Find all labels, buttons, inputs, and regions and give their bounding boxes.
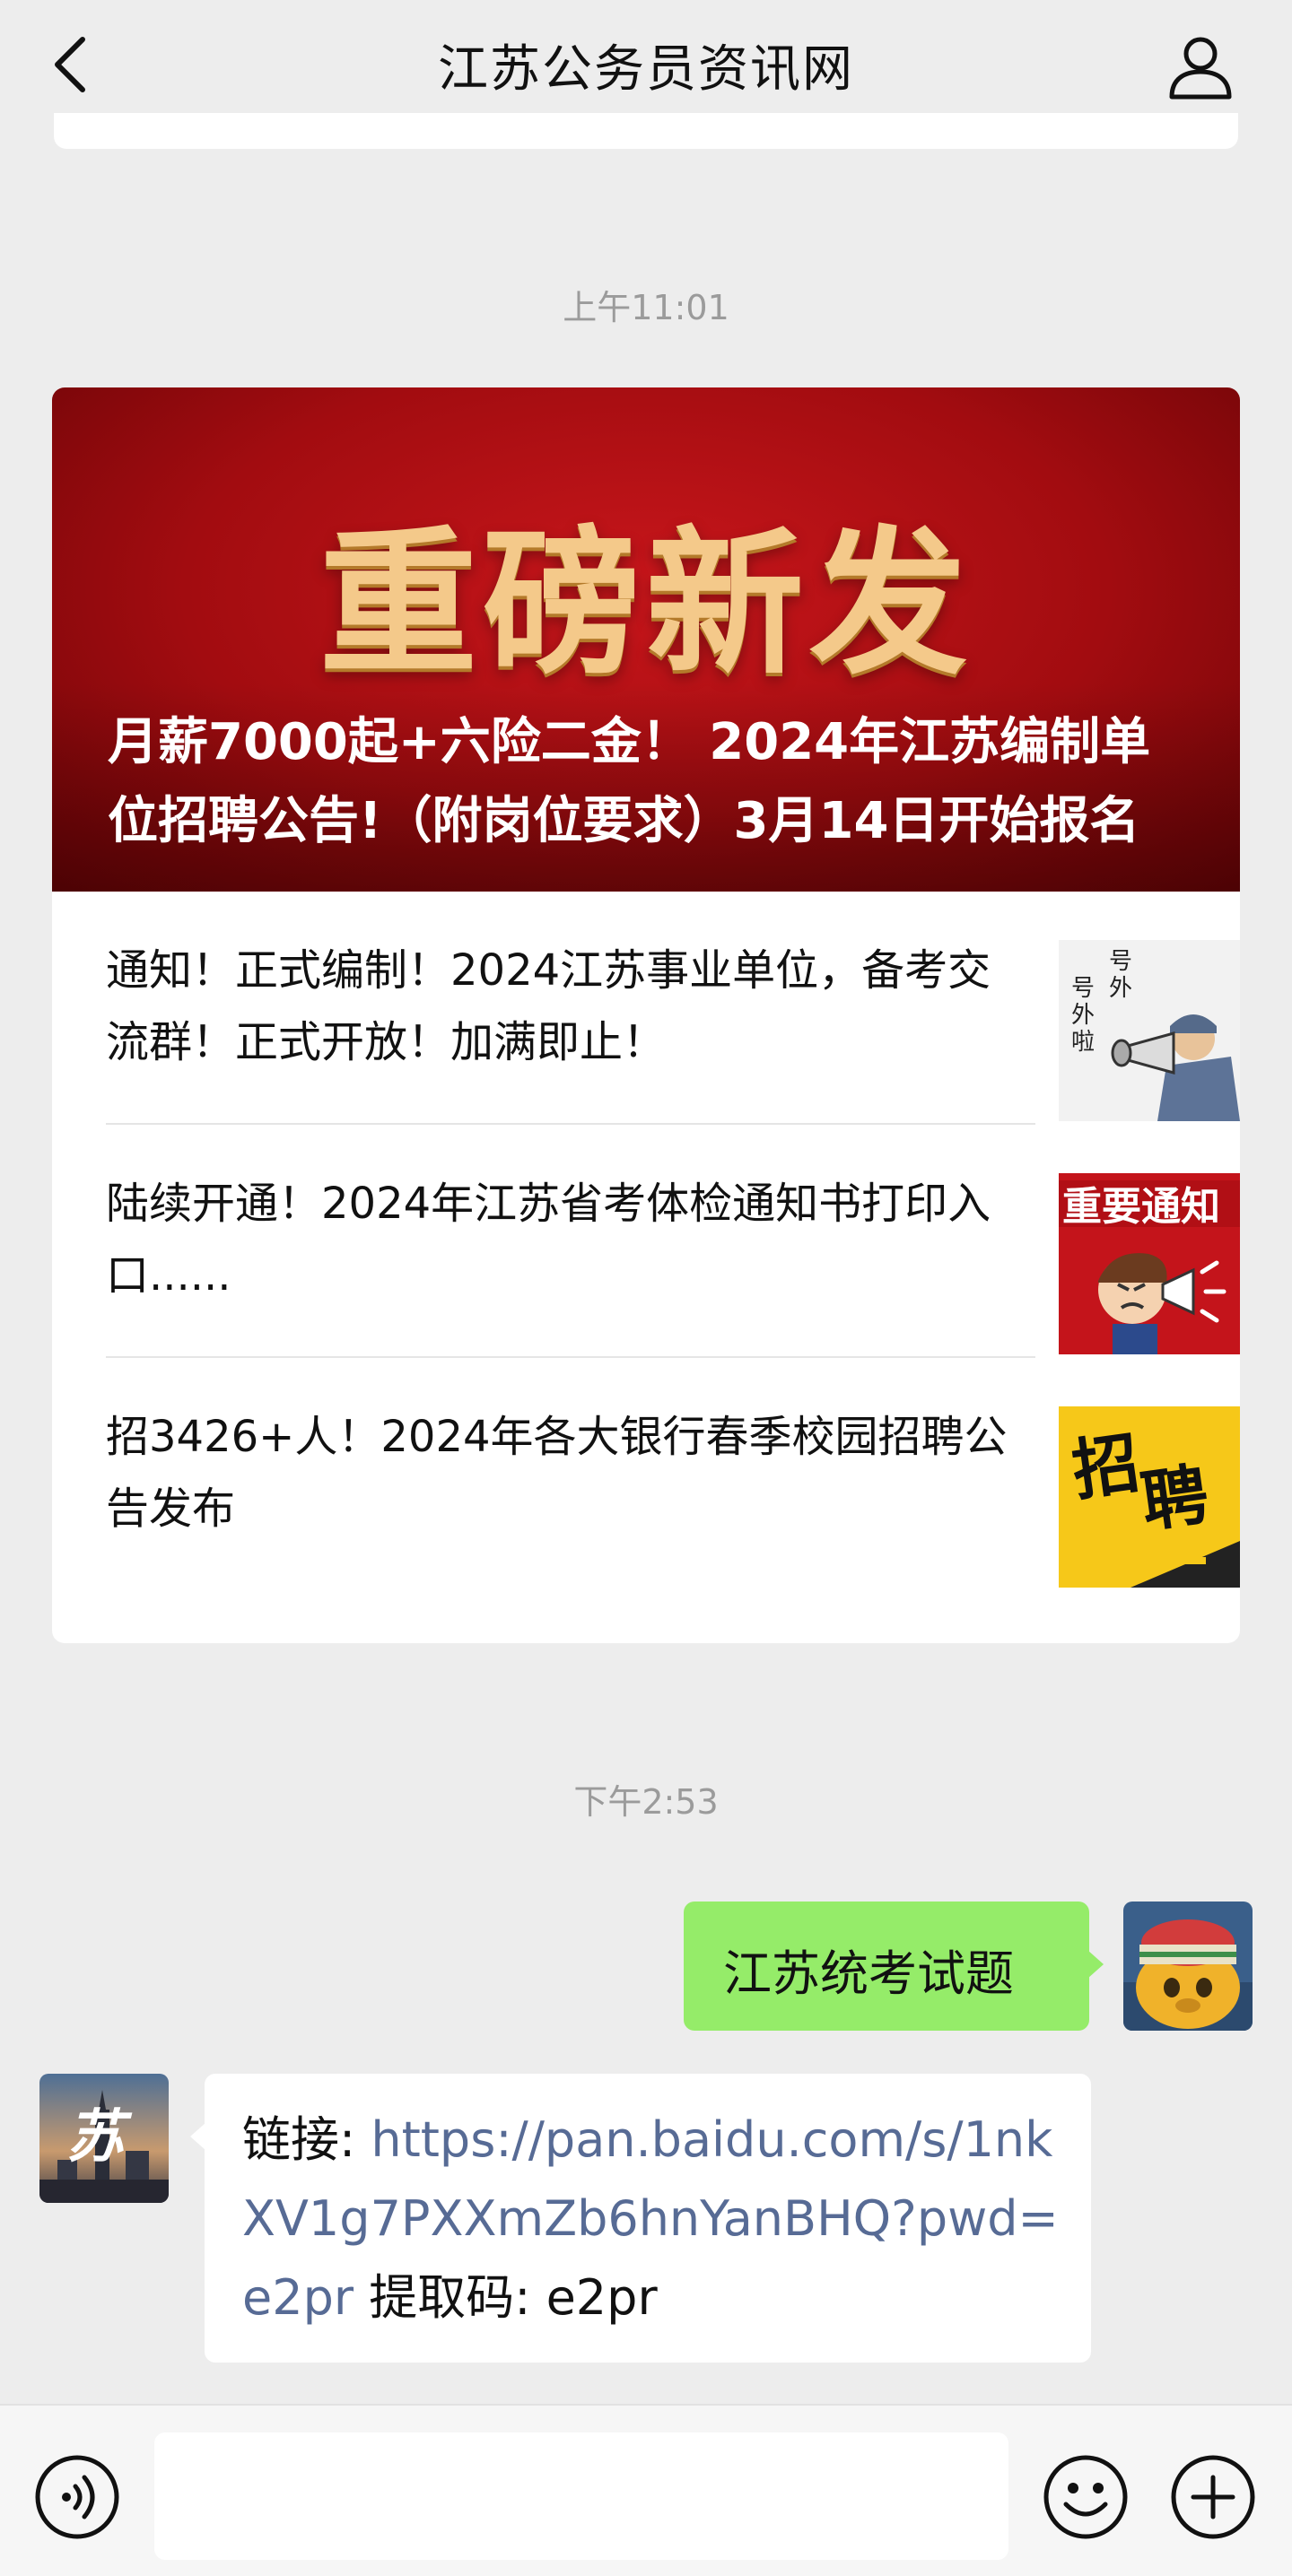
article-list-item[interactable]: 招3426+人！2024年各大银行春季校园招聘公告发布 招 聘: [106, 1358, 1240, 1591]
page-title: 江苏公务员资讯网: [438, 40, 854, 99]
article-item-title: 招3426+人！2024年各大银行春季校园招聘公告发布: [106, 1412, 1008, 1534]
chat-screen: 江苏公务员资讯网 上午11:01 重磅新发 月薪7000起+六险二金！ 2024…: [0, 0, 1292, 2576]
emoji-button[interactable]: [1041, 2452, 1130, 2542]
input-bar: [0, 2404, 1292, 2576]
svg-text:啦: 啦: [1071, 1029, 1095, 1056]
megaphone-thumbnail: 号 外 号 外 啦: [1059, 940, 1240, 1121]
received-message-text: 链接: https://pan.baidu.com/s/1nkXV1g7PXXm…: [242, 2101, 1068, 2337]
message-timestamp: 上午11:01: [563, 288, 729, 327]
hero-banner-text: 重磅新发: [319, 512, 973, 696]
emoji-icon: [1043, 2455, 1128, 2539]
received-message-bubble[interactable]: 链接: https://pan.baidu.com/s/1nkXV1g7PXXm…: [190, 2074, 1091, 2363]
notice-thumbnail: 重要通知: [1059, 1173, 1240, 1354]
article-item-title: 通知！正式编制！2024江苏事业单位，备考交流群！正式开放！加满即止！: [106, 945, 991, 1067]
extraction-code: 提取码: e2pr: [354, 2269, 658, 2326]
sent-message-text: 江苏统考试题: [723, 1945, 1014, 2002]
article-list-item[interactable]: 通知！正式编制！2024江苏事业单位，备考交流群！正式开放！加满即止！ 号 外 …: [106, 892, 1240, 1125]
svg-text:聘: 聘: [1137, 1456, 1213, 1541]
voice-button[interactable]: [32, 2452, 122, 2542]
article-card[interactable]: 重磅新发 月薪7000起+六险二金！ 2024年江苏编制单位招聘公告!（附岗位要…: [52, 387, 1240, 1643]
svg-text:号: 号: [1071, 975, 1095, 1002]
more-button[interactable]: [1168, 2452, 1258, 2542]
message-timestamp: 下午2:53: [573, 1782, 719, 1822]
message-input[interactable]: [154, 2432, 1008, 2560]
article-list-item[interactable]: 陆续开通！2024年江苏省考体检通知书打印入口...... 重要通知: [106, 1125, 1240, 1358]
svg-text:号: 号: [1109, 948, 1132, 975]
recruitment-thumbnail: 招 聘: [1059, 1406, 1240, 1588]
sender-avatar[interactable]: 苏: [39, 2074, 169, 2203]
article-item-title: 陆续开通！2024年江苏省考体检通知书打印入口......: [106, 1179, 991, 1301]
link-prefix: 链接:: [242, 2111, 371, 2168]
sent-message-bubble[interactable]: 江苏统考试题: [684, 1902, 1104, 2031]
person-icon: [1169, 37, 1232, 100]
svg-text:苏: 苏: [66, 2103, 133, 2171]
svg-text:外: 外: [1109, 975, 1132, 1002]
voice-icon: [35, 2455, 119, 2539]
plus-circle-icon: [1171, 2455, 1255, 2539]
previous-card-edge: [54, 113, 1238, 149]
svg-text:重要通知: 重要通知: [1062, 1184, 1220, 1230]
hero-article[interactable]: 重磅新发 月薪7000起+六险二金！ 2024年江苏编制单位招聘公告!（附岗位要…: [52, 387, 1240, 892]
svg-text:招: 招: [1068, 1424, 1144, 1510]
hero-article-title: 月薪7000起+六险二金！ 2024年江苏编制单位招聘公告!（附岗位要求）3月1…: [108, 713, 1151, 850]
my-avatar[interactable]: [1123, 1902, 1253, 2031]
profile-button[interactable]: [1165, 30, 1236, 102]
svg-text:外: 外: [1071, 1002, 1095, 1029]
